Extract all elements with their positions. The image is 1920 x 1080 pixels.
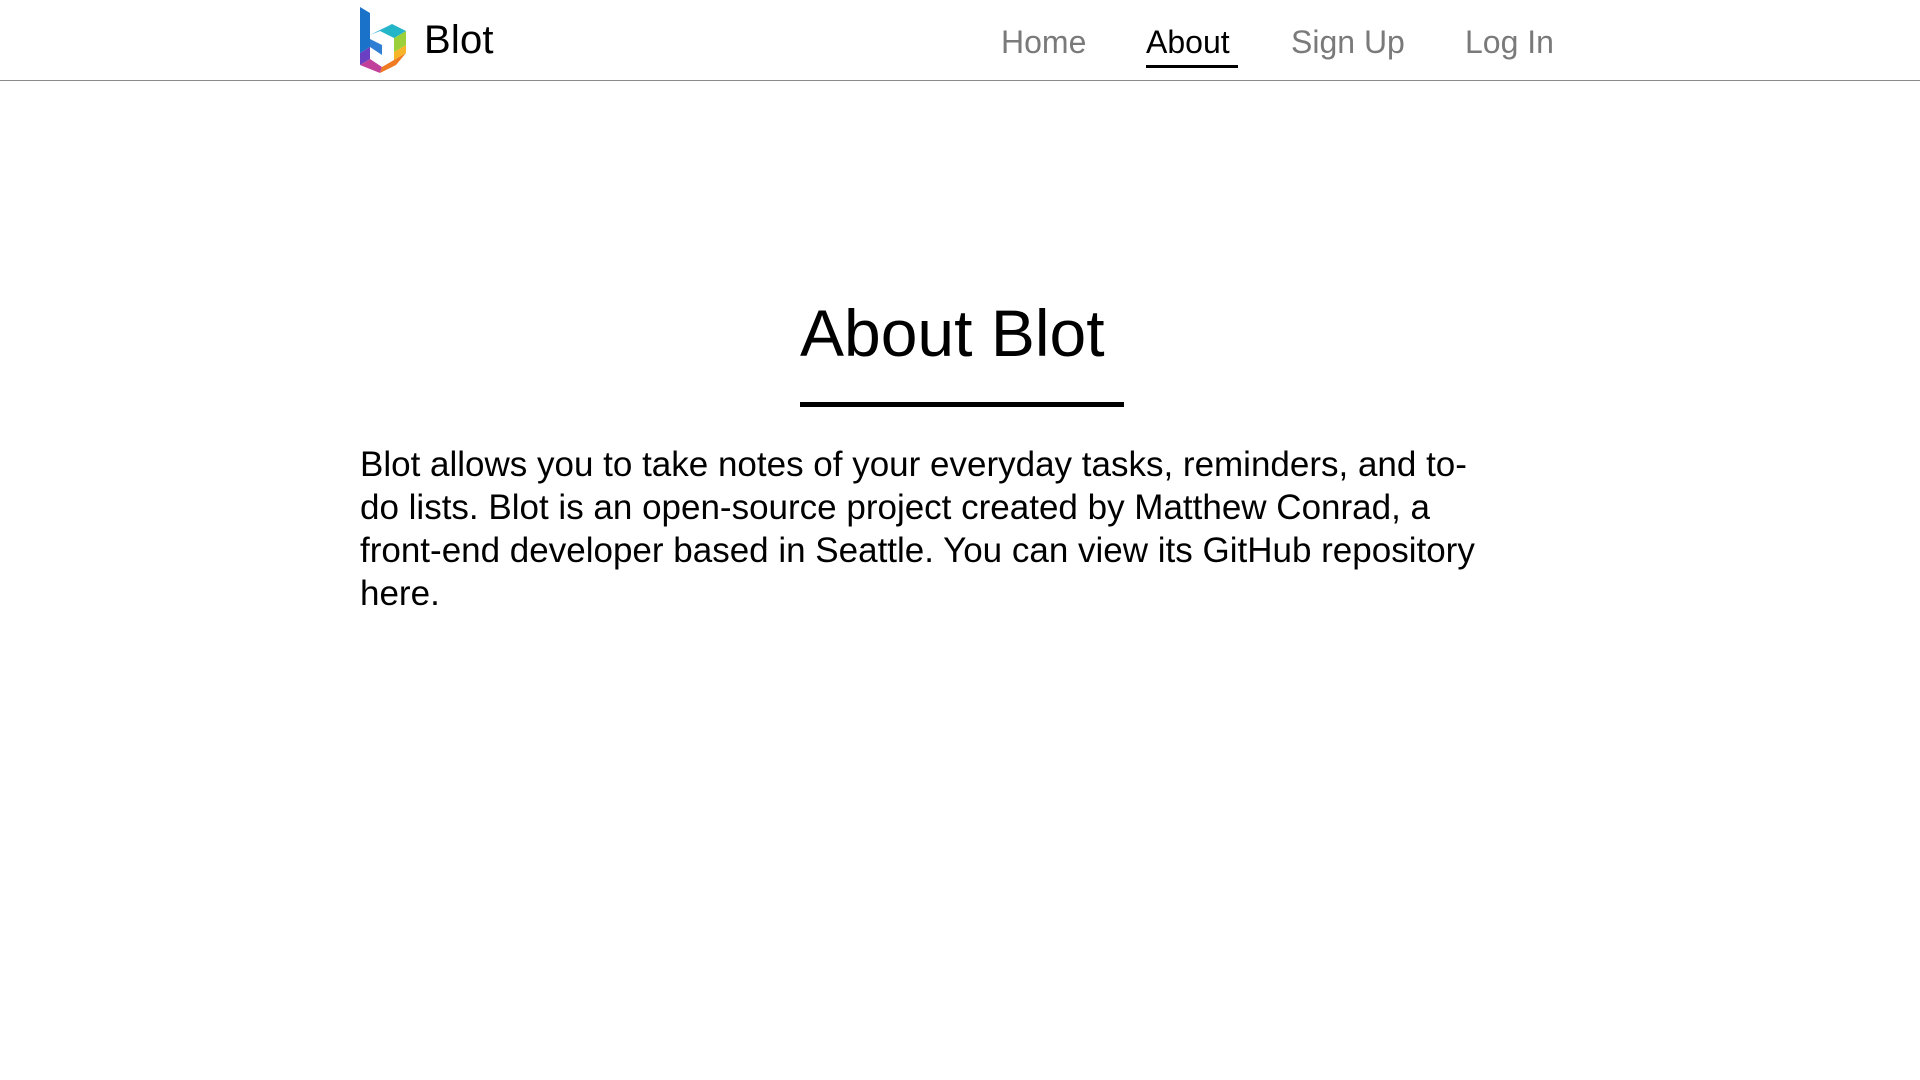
nav-item-sign-up[interactable]: Sign Up — [1291, 22, 1405, 62]
title-divider — [800, 402, 1124, 407]
about-text: Blot allows you to take notes of your ev… — [360, 445, 1475, 570]
page-title: About Blot — [800, 296, 1105, 370]
about-paragraph: Blot allows you to take notes of your ev… — [360, 443, 1500, 615]
github-repository-link[interactable]: here — [360, 574, 430, 613]
about-text-end: . — [430, 574, 440, 613]
nav-item-log-in[interactable]: Log In — [1465, 22, 1554, 62]
nav-item-about[interactable]: About — [1146, 22, 1238, 68]
site-header: Blot Home About Sign Up Log In — [0, 0, 1920, 81]
nav-item-home[interactable]: Home — [1001, 22, 1086, 62]
main-nav: Home About Sign Up Log In — [0, 0, 1920, 80]
